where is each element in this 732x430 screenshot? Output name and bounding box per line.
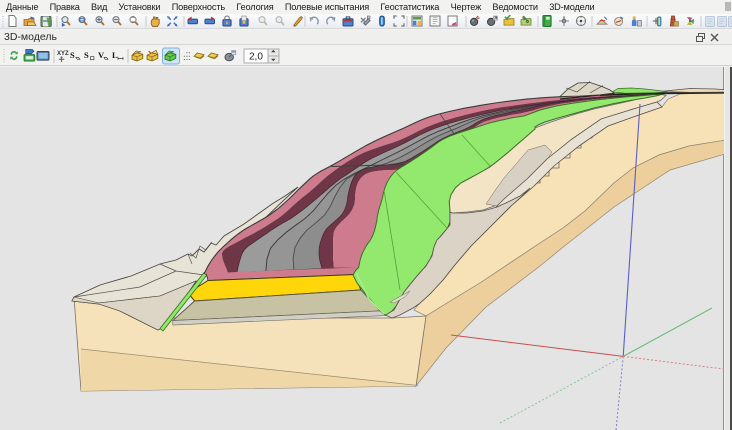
svg-text:S: S [70,50,75,60]
svg-text:XYZ: XYZ [57,51,69,57]
svg-text:S: S [84,50,89,60]
svg-text:L: L [112,50,118,60]
svg-text:V: V [98,50,105,60]
svg-text:2,0: 2,0 [249,52,263,63]
